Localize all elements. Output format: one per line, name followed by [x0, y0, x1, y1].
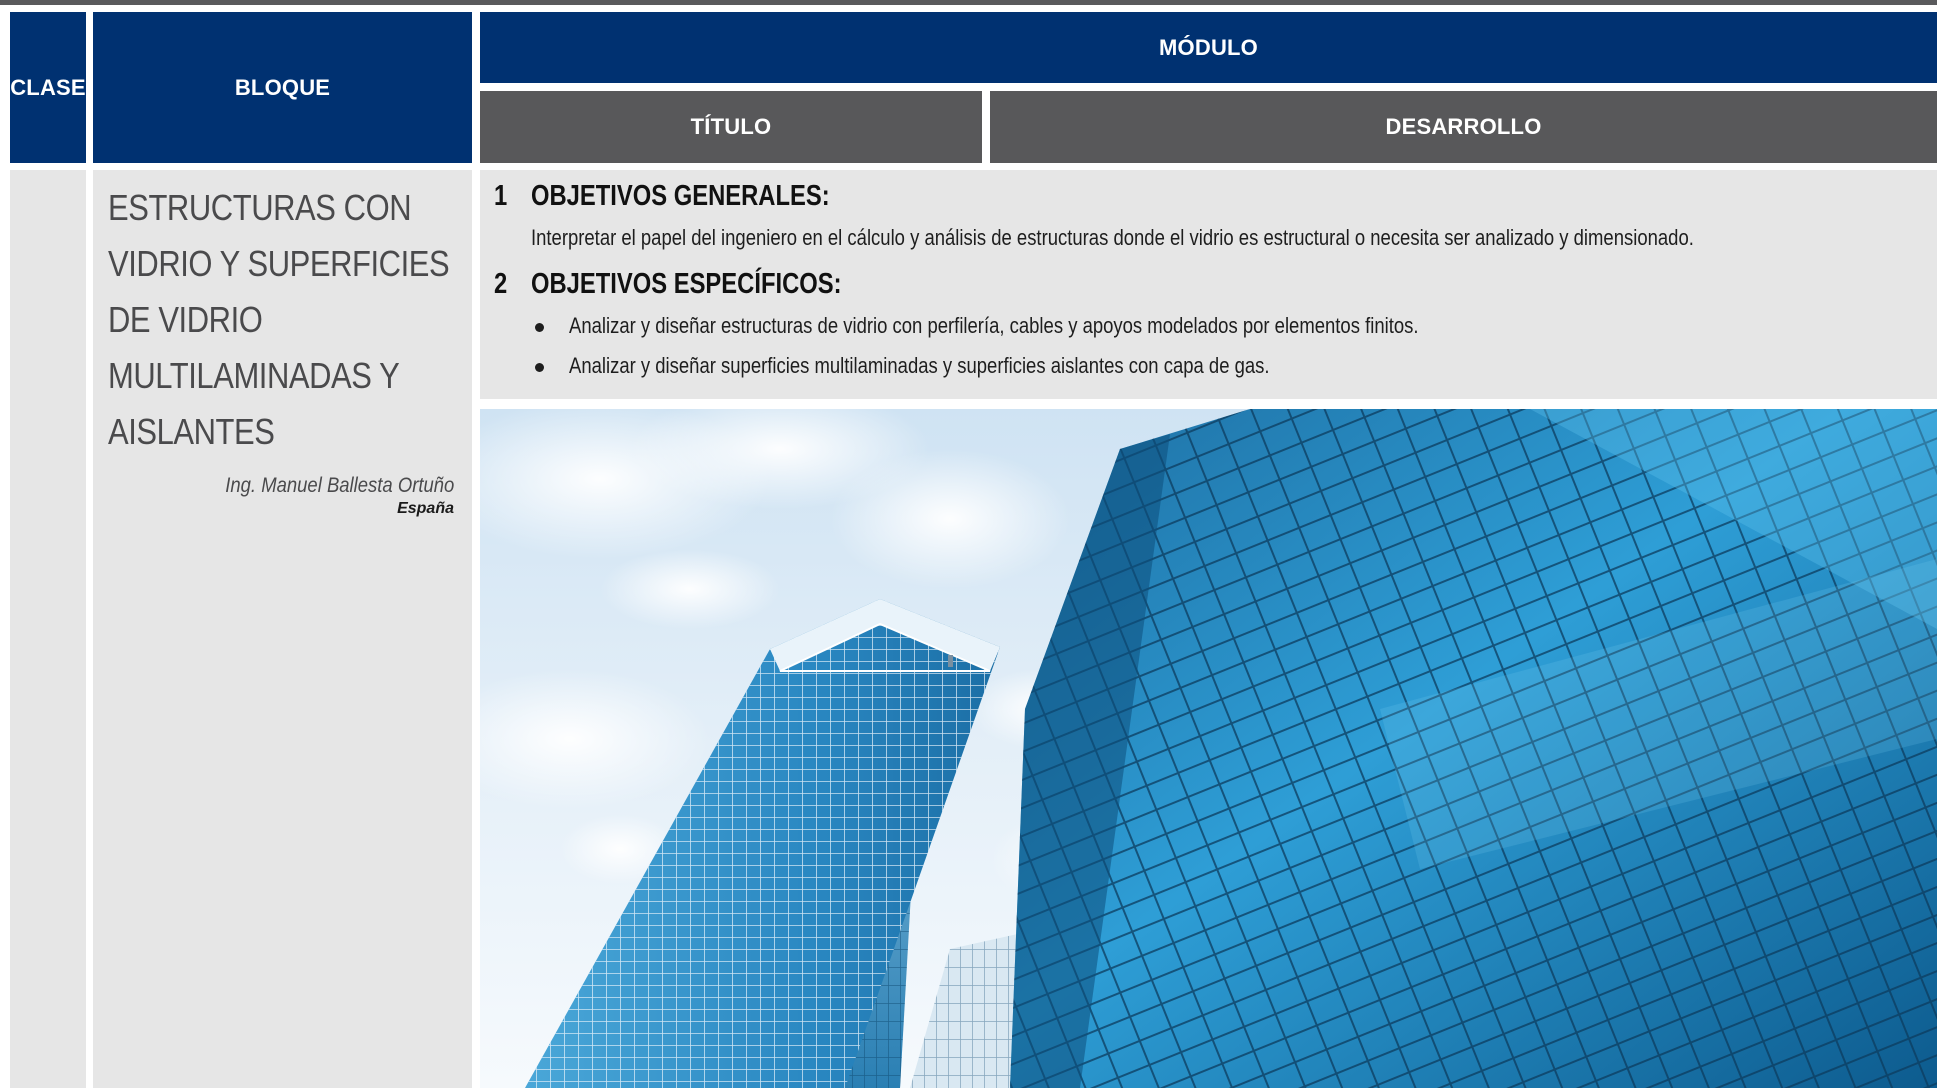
list-item-text: Analizar y diseñar estructuras de vidrio… — [569, 313, 1419, 338]
header-titulo: TÍTULO — [480, 91, 982, 163]
block-title-line: DE VIDRIO — [108, 299, 263, 340]
block-title: ESTRUCTURAS CON VIDRIO Y SUPERFICIES DE … — [108, 180, 450, 460]
block-title-line: AISLANTES — [108, 411, 275, 452]
header-desarrollo: DESARROLLO — [990, 91, 1937, 163]
clase-cell — [10, 170, 86, 1088]
section-general-objectives: 1 OBJETIVOS GENERALES: — [494, 180, 895, 213]
header-bloque: BLOQUE — [93, 12, 472, 163]
section-number: 1 — [494, 180, 508, 212]
block-title-line: VIDRIO Y SUPERFICIES — [108, 243, 450, 284]
author-country: España — [397, 500, 454, 517]
header-clase: CLASE — [10, 12, 86, 163]
section-title: OBJETIVOS GENERALES: — [531, 180, 830, 212]
section-title: OBJETIVOS ESPECÍFICOS: — [531, 268, 842, 300]
top-rule — [0, 0, 1937, 5]
bullet-icon — [535, 323, 544, 332]
author-name: Ing. Manuel Ballesta Ortuño — [224, 474, 454, 497]
skyscraper-photo — [480, 409, 1937, 1088]
section-number: 2 — [494, 268, 508, 300]
block-title-line: ESTRUCTURAS CON — [108, 187, 412, 228]
author-credit: Ing. Manuel Ballesta Ortuño España — [194, 474, 454, 518]
list-item-text: Analizar y diseñar superficies multilami… — [569, 353, 1270, 378]
general-objective-text: Interpretar el papel del ingeniero en el… — [531, 225, 1694, 250]
header-modulo: MÓDULO — [480, 12, 1937, 83]
block-title-line: MULTILAMINADAS Y — [108, 355, 400, 396]
section-specific-objectives: 2 OBJETIVOS ESPECÍFICOS: — [494, 268, 910, 301]
bullet-icon — [535, 363, 544, 372]
